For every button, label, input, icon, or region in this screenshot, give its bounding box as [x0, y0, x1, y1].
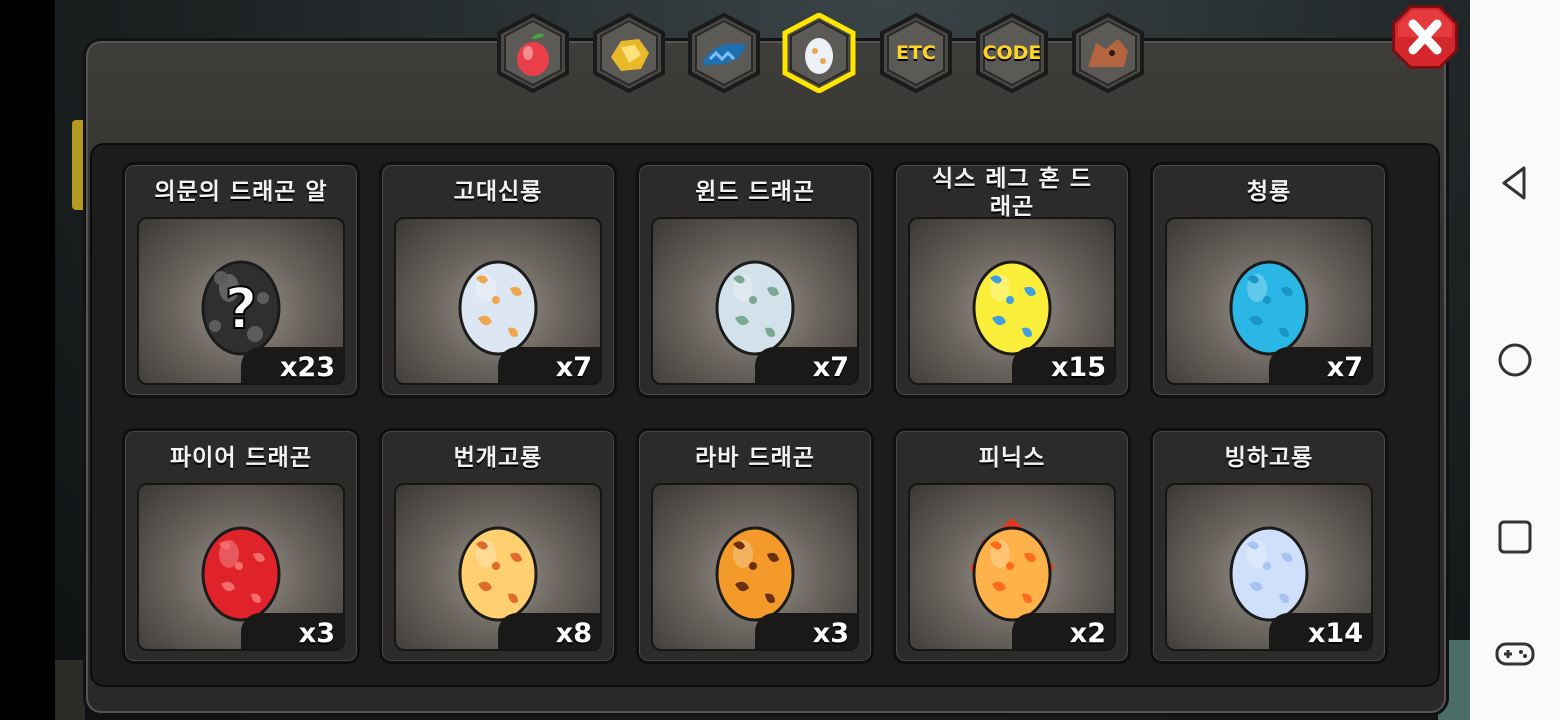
back-icon[interactable] — [1492, 160, 1538, 206]
tab-etc[interactable]: ETC — [876, 13, 956, 93]
egg-name: 고대신룡 — [453, 179, 543, 205]
svg-text:?: ? — [225, 277, 257, 342]
egg-count: x7 — [812, 352, 849, 383]
egg-name: 윈드 드래곤 — [695, 179, 815, 205]
egg-icon — [1229, 260, 1309, 356]
egg-slot: x3 — [651, 483, 859, 651]
egg-icon — [715, 260, 795, 356]
egg-slot: x14 — [1165, 483, 1373, 651]
egg-slot: x8 — [394, 483, 602, 651]
egg-card[interactable]: 식스 레그 혼 드래곤 x15 — [893, 162, 1131, 398]
egg-count: x3 — [812, 618, 849, 649]
count-badge: x3 — [755, 613, 857, 649]
egg-name: 의문의 드래곤 알 — [154, 179, 328, 205]
count-badge: x7 — [1269, 347, 1371, 383]
egg-card[interactable]: 청룡 x7 — [1150, 162, 1388, 398]
tab-scale[interactable] — [684, 13, 764, 93]
egg-icon — [1229, 526, 1309, 622]
count-badge: x3 — [241, 613, 343, 649]
android-nav-bar — [1470, 0, 1560, 720]
phoenix-egg-icon — [970, 518, 1054, 623]
egg-icon — [458, 526, 538, 622]
tab-fruit[interactable] — [493, 13, 573, 93]
count-badge: x7 — [498, 347, 600, 383]
egg-name: 식스 레그 혼 드래곤 — [932, 166, 1092, 220]
egg-icon — [972, 260, 1052, 356]
mystery-egg-icon: ? — [201, 260, 281, 356]
egg-card[interactable]: 번개고룡 x8 — [379, 428, 617, 664]
recents-icon[interactable] — [1492, 514, 1538, 560]
count-badge: x8 — [498, 613, 600, 649]
count-badge: x7 — [755, 347, 857, 383]
tab-dragon[interactable] — [1068, 13, 1148, 93]
home-icon[interactable] — [1492, 337, 1538, 383]
egg-count: x2 — [1069, 618, 1106, 649]
egg-slot: x15 — [908, 217, 1116, 385]
count-badge: x23 — [241, 347, 343, 383]
egg-name: 피닉스 — [978, 445, 1046, 471]
count-badge: x14 — [1269, 613, 1371, 649]
egg-count: x15 — [1051, 352, 1106, 383]
egg-card[interactable]: 빙하고룡 x14 — [1150, 428, 1388, 664]
egg-count: x7 — [1326, 352, 1363, 383]
tab-label: CODE — [982, 42, 1042, 64]
egg-count: x14 — [1308, 618, 1363, 649]
egg-count: x7 — [555, 352, 592, 383]
egg-slot: x2 — [908, 483, 1116, 651]
egg-card[interactable]: 파이어 드래곤 x3 — [122, 428, 360, 664]
tab-label: ETC — [896, 42, 936, 64]
tab-gold[interactable] — [589, 13, 669, 93]
egg-card[interactable]: 의문의 드래곤 알? x23 — [122, 162, 360, 398]
close-button[interactable] — [1390, 3, 1460, 71]
background-decoration — [55, 660, 85, 720]
egg-count: x8 — [555, 618, 592, 649]
egg-card[interactable]: 피닉스 x2 — [893, 428, 1131, 664]
egg-icon — [805, 38, 833, 74]
letterbox-left — [0, 0, 55, 720]
egg-name: 번개고룡 — [453, 445, 543, 471]
egg-count: x3 — [298, 618, 335, 649]
egg-slot: ? x23 — [137, 217, 345, 385]
tab-code[interactable]: CODE — [972, 13, 1052, 93]
tab-egg[interactable] — [779, 13, 859, 93]
egg-name: 라바 드래곤 — [695, 445, 815, 471]
egg-slot: x7 — [1165, 217, 1373, 385]
egg-count: x23 — [280, 352, 335, 383]
gamepad-icon[interactable] — [1492, 630, 1538, 676]
count-badge: x15 — [1012, 347, 1114, 383]
egg-slot: x7 — [651, 217, 859, 385]
egg-card[interactable]: 라바 드래곤 x3 — [636, 428, 874, 664]
egg-slot: x7 — [394, 217, 602, 385]
egg-name: 파이어 드래곤 — [170, 445, 312, 471]
count-badge: x2 — [1012, 613, 1114, 649]
egg-slot: x3 — [137, 483, 345, 651]
egg-card[interactable]: 윈드 드래곤 x7 — [636, 162, 874, 398]
egg-name: 청룡 — [1246, 179, 1292, 205]
egg-icon — [458, 260, 538, 356]
egg-icon — [201, 526, 281, 622]
egg-card[interactable]: 고대신룡 x7 — [379, 162, 617, 398]
egg-icon — [715, 526, 795, 622]
egg-name: 빙하고룡 — [1224, 445, 1314, 471]
